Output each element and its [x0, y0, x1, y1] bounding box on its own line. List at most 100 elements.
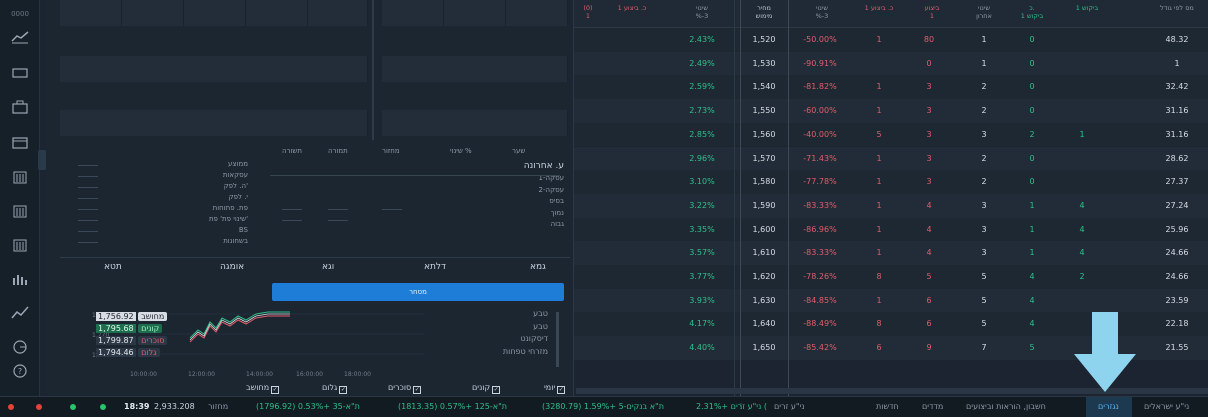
list-item[interactable]: טבע — [430, 321, 570, 334]
cell-b: 4 — [926, 248, 932, 258]
cell-d: 2 — [1029, 129, 1035, 139]
card-icon[interactable] — [11, 136, 29, 152]
table-row[interactable]: 2.73% 1,550 -60.00% 1 3 2 0 31.16 — [574, 99, 1208, 123]
clock: 18:39 — [124, 402, 150, 411]
tab-account[interactable]: חשבון, הוראות וביצועים — [966, 402, 1046, 411]
x-tick: 10:00:00 — [130, 371, 157, 378]
cell-c: 2 — [981, 106, 987, 116]
table-row[interactable]: 3.57% 1,610 -83.33% 1 4 3 1 4 24.66 — [574, 241, 1208, 265]
checkbox-close[interactable]: גלום ✓ — [322, 383, 348, 394]
checkbox-daily[interactable]: יומי ✓ — [544, 383, 566, 394]
greeks-row: גמא דלתא וגא אומגה תטא — [60, 257, 570, 275]
cell-c: 2 — [981, 177, 987, 187]
tab-israeli[interactable]: ני"ע ישראלים — [1144, 402, 1189, 411]
cell-c: 1 — [981, 58, 987, 68]
table-row[interactable]: 2.43% 1,520 -50.00% 1 80 1 0 48.32 — [574, 28, 1208, 52]
tab-derivatives[interactable]: נגזרים — [1086, 397, 1132, 417]
table-row[interactable]: 2.59% 1,540 -81.82% 1 3 2 0 32.42 — [574, 75, 1208, 100]
checkbox-buyers[interactable]: קונים ✓ — [472, 383, 501, 394]
building-icon[interactable] — [11, 238, 29, 254]
cell-d: 1 — [1029, 200, 1035, 210]
pie-chart-icon[interactable] — [11, 340, 29, 356]
cell-e — [1062, 99, 1102, 123]
cell-c1: 2.96% — [689, 153, 715, 163]
tab-indices[interactable]: מדדים — [922, 402, 943, 411]
stat-label: ממוצע — [228, 160, 248, 168]
stats-section: שער שינוי % מחזור תמורה תשורה ממוצע עסקא… — [60, 145, 570, 257]
cell-val: 32.42 — [1165, 82, 1189, 92]
cell-val: 25.96 — [1165, 224, 1189, 234]
col-header: שינוי %-3 — [815, 4, 829, 20]
index-ta125[interactable]: ת"א-125 +0.57% (1813.35) — [398, 402, 507, 411]
cell-b: 6 — [926, 295, 932, 305]
table-row[interactable]: 3.93% 1,630 -84.85% 1 6 5 4 23.59 — [574, 288, 1208, 313]
cell-c1: 3.93% — [689, 295, 715, 305]
stat-label: ה. לפק' — [223, 182, 248, 190]
bar-chart-icon[interactable] — [11, 272, 29, 288]
trend-icon[interactable] — [11, 306, 29, 322]
ticket-icon[interactable] — [11, 66, 29, 82]
app-root: 0000 ? שער שינוי % מחזור תמורה תשורה ממו… — [0, 0, 1208, 417]
briefcase-icon[interactable] — [11, 100, 29, 116]
cell-val: 48.32 — [1165, 35, 1189, 44]
cell-pct: -90.91% — [803, 58, 837, 68]
cell-pct: -50.00% — [803, 35, 837, 44]
tab-news[interactable]: חדשות — [876, 402, 899, 411]
col-header: ביקוש 1 — [1075, 4, 1099, 12]
turnover-label: מחזור — [208, 402, 229, 411]
cell-b: 3 — [926, 153, 932, 163]
panel-toggle-handle[interactable] — [38, 150, 46, 170]
cell-c1: 3.57% — [689, 248, 715, 258]
table-row[interactable]: 2.96% 1,570 -71.43% 1 3 2 0 28.62 — [574, 146, 1208, 171]
cell-c: 2 — [981, 82, 987, 92]
index-ta35[interactable]: ת"א-35 +0.53% (1796.92) — [256, 402, 360, 411]
cell-c: 3 — [981, 248, 987, 258]
col-header: כ. ביצוע 1 — [864, 4, 894, 12]
table-row[interactable]: 2.85% 1,560 -40.00% 5 3 3 2 1 31.16 — [574, 122, 1208, 147]
cell-a: 1 — [876, 177, 882, 187]
cell-e: 4 — [1079, 200, 1085, 210]
cell-b: 6 — [926, 319, 932, 329]
tab-foreign[interactable]: ני"ע זרים — [774, 402, 805, 411]
cell-a — [864, 52, 894, 76]
cell-val: 31.16 — [1165, 129, 1189, 139]
table-row[interactable]: 2.49% 1,530 -90.91% 0 1 0 1 — [574, 51, 1208, 76]
cell-c1: 2.59% — [689, 82, 715, 92]
cell-pct: -83.33% — [803, 200, 837, 210]
checkbox-sellers[interactable]: סוכרים ✓ — [388, 383, 422, 394]
cell-c: 7 — [981, 343, 987, 353]
check-icon: ✓ — [492, 386, 501, 394]
table-row[interactable]: 3.10% 1,580 -77.78% 1 3 2 0 27.37 — [574, 170, 1208, 194]
list-scrollbar[interactable] — [556, 312, 559, 367]
stats-header-change: שינוי % — [450, 147, 472, 155]
list-item[interactable]: דיסקונט — [430, 333, 570, 346]
cell-b: 3 — [926, 82, 932, 92]
last-trade-label: ע. אחרונה — [523, 161, 564, 171]
line-chart-icon[interactable] — [11, 30, 29, 46]
table-row[interactable]: 3.35% 1,600 -86.96% 1 4 3 1 4 25.96 — [574, 217, 1208, 242]
column-adjust-icon[interactable]: ⫶ — [740, 402, 742, 412]
building-icon[interactable] — [11, 170, 29, 186]
checkbox-computed[interactable]: מחושב ✓ — [246, 383, 280, 394]
cell-a: 1 — [876, 200, 882, 210]
stat-label: גבוה — [550, 220, 564, 228]
cell-val: 22.18 — [1165, 319, 1189, 329]
index-banks[interactable]: ת"א בנקים-5 +1.59% (3280.79) — [542, 402, 664, 411]
table-row[interactable]: 3.77% 1,620 -78.26% 8 5 5 4 2 24.66 — [574, 265, 1208, 289]
cell-d: 1 — [1029, 224, 1035, 234]
cell-e — [1062, 170, 1102, 194]
table-row[interactable]: 3.22% 1,590 -83.33% 1 4 3 1 4 27.24 — [574, 193, 1208, 218]
cell-a: 5 — [876, 129, 882, 139]
cell-e — [1062, 75, 1102, 99]
building-icon[interactable] — [11, 204, 29, 220]
list-item[interactable]: מזרחי טפחות — [430, 346, 570, 359]
index-fx[interactable]: ני"ע זרים +2.31% ( — [696, 402, 767, 411]
svg-text:?: ? — [18, 367, 22, 376]
list-item[interactable]: טבע — [430, 308, 570, 321]
help-icon[interactable]: ? — [11, 364, 29, 380]
trade-button[interactable]: מסחר — [272, 283, 564, 301]
stats-header-price: שער — [512, 147, 526, 155]
check-icon: ✓ — [271, 386, 280, 394]
cell-b: 3 — [926, 106, 932, 116]
cell-c: 3 — [981, 129, 987, 139]
